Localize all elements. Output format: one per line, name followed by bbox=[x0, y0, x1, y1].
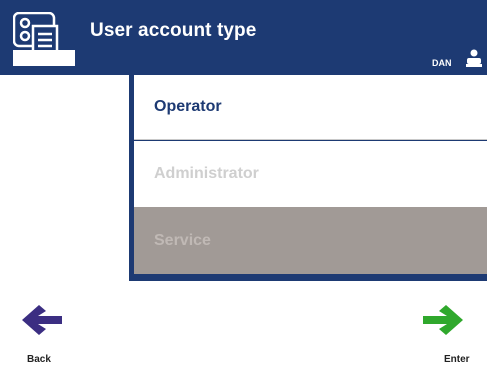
header-bar: User account type DAN bbox=[0, 0, 487, 75]
account-type-list: Operator Administrator Service bbox=[129, 75, 487, 281]
user-accounts-icon bbox=[13, 12, 75, 66]
arrow-right-icon[interactable] bbox=[421, 303, 465, 337]
logged-in-user-name: DAN bbox=[432, 58, 452, 68]
option-operator[interactable]: Operator bbox=[134, 75, 487, 140]
arrow-left-icon[interactable] bbox=[20, 303, 64, 337]
option-service[interactable]: Service bbox=[134, 207, 487, 274]
page-title: User account type bbox=[90, 20, 257, 41]
person-icon bbox=[466, 49, 482, 67]
enter-button-label[interactable]: Enter bbox=[444, 354, 470, 365]
back-button-label[interactable]: Back bbox=[27, 354, 51, 365]
option-administrator[interactable]: Administrator bbox=[134, 141, 487, 207]
